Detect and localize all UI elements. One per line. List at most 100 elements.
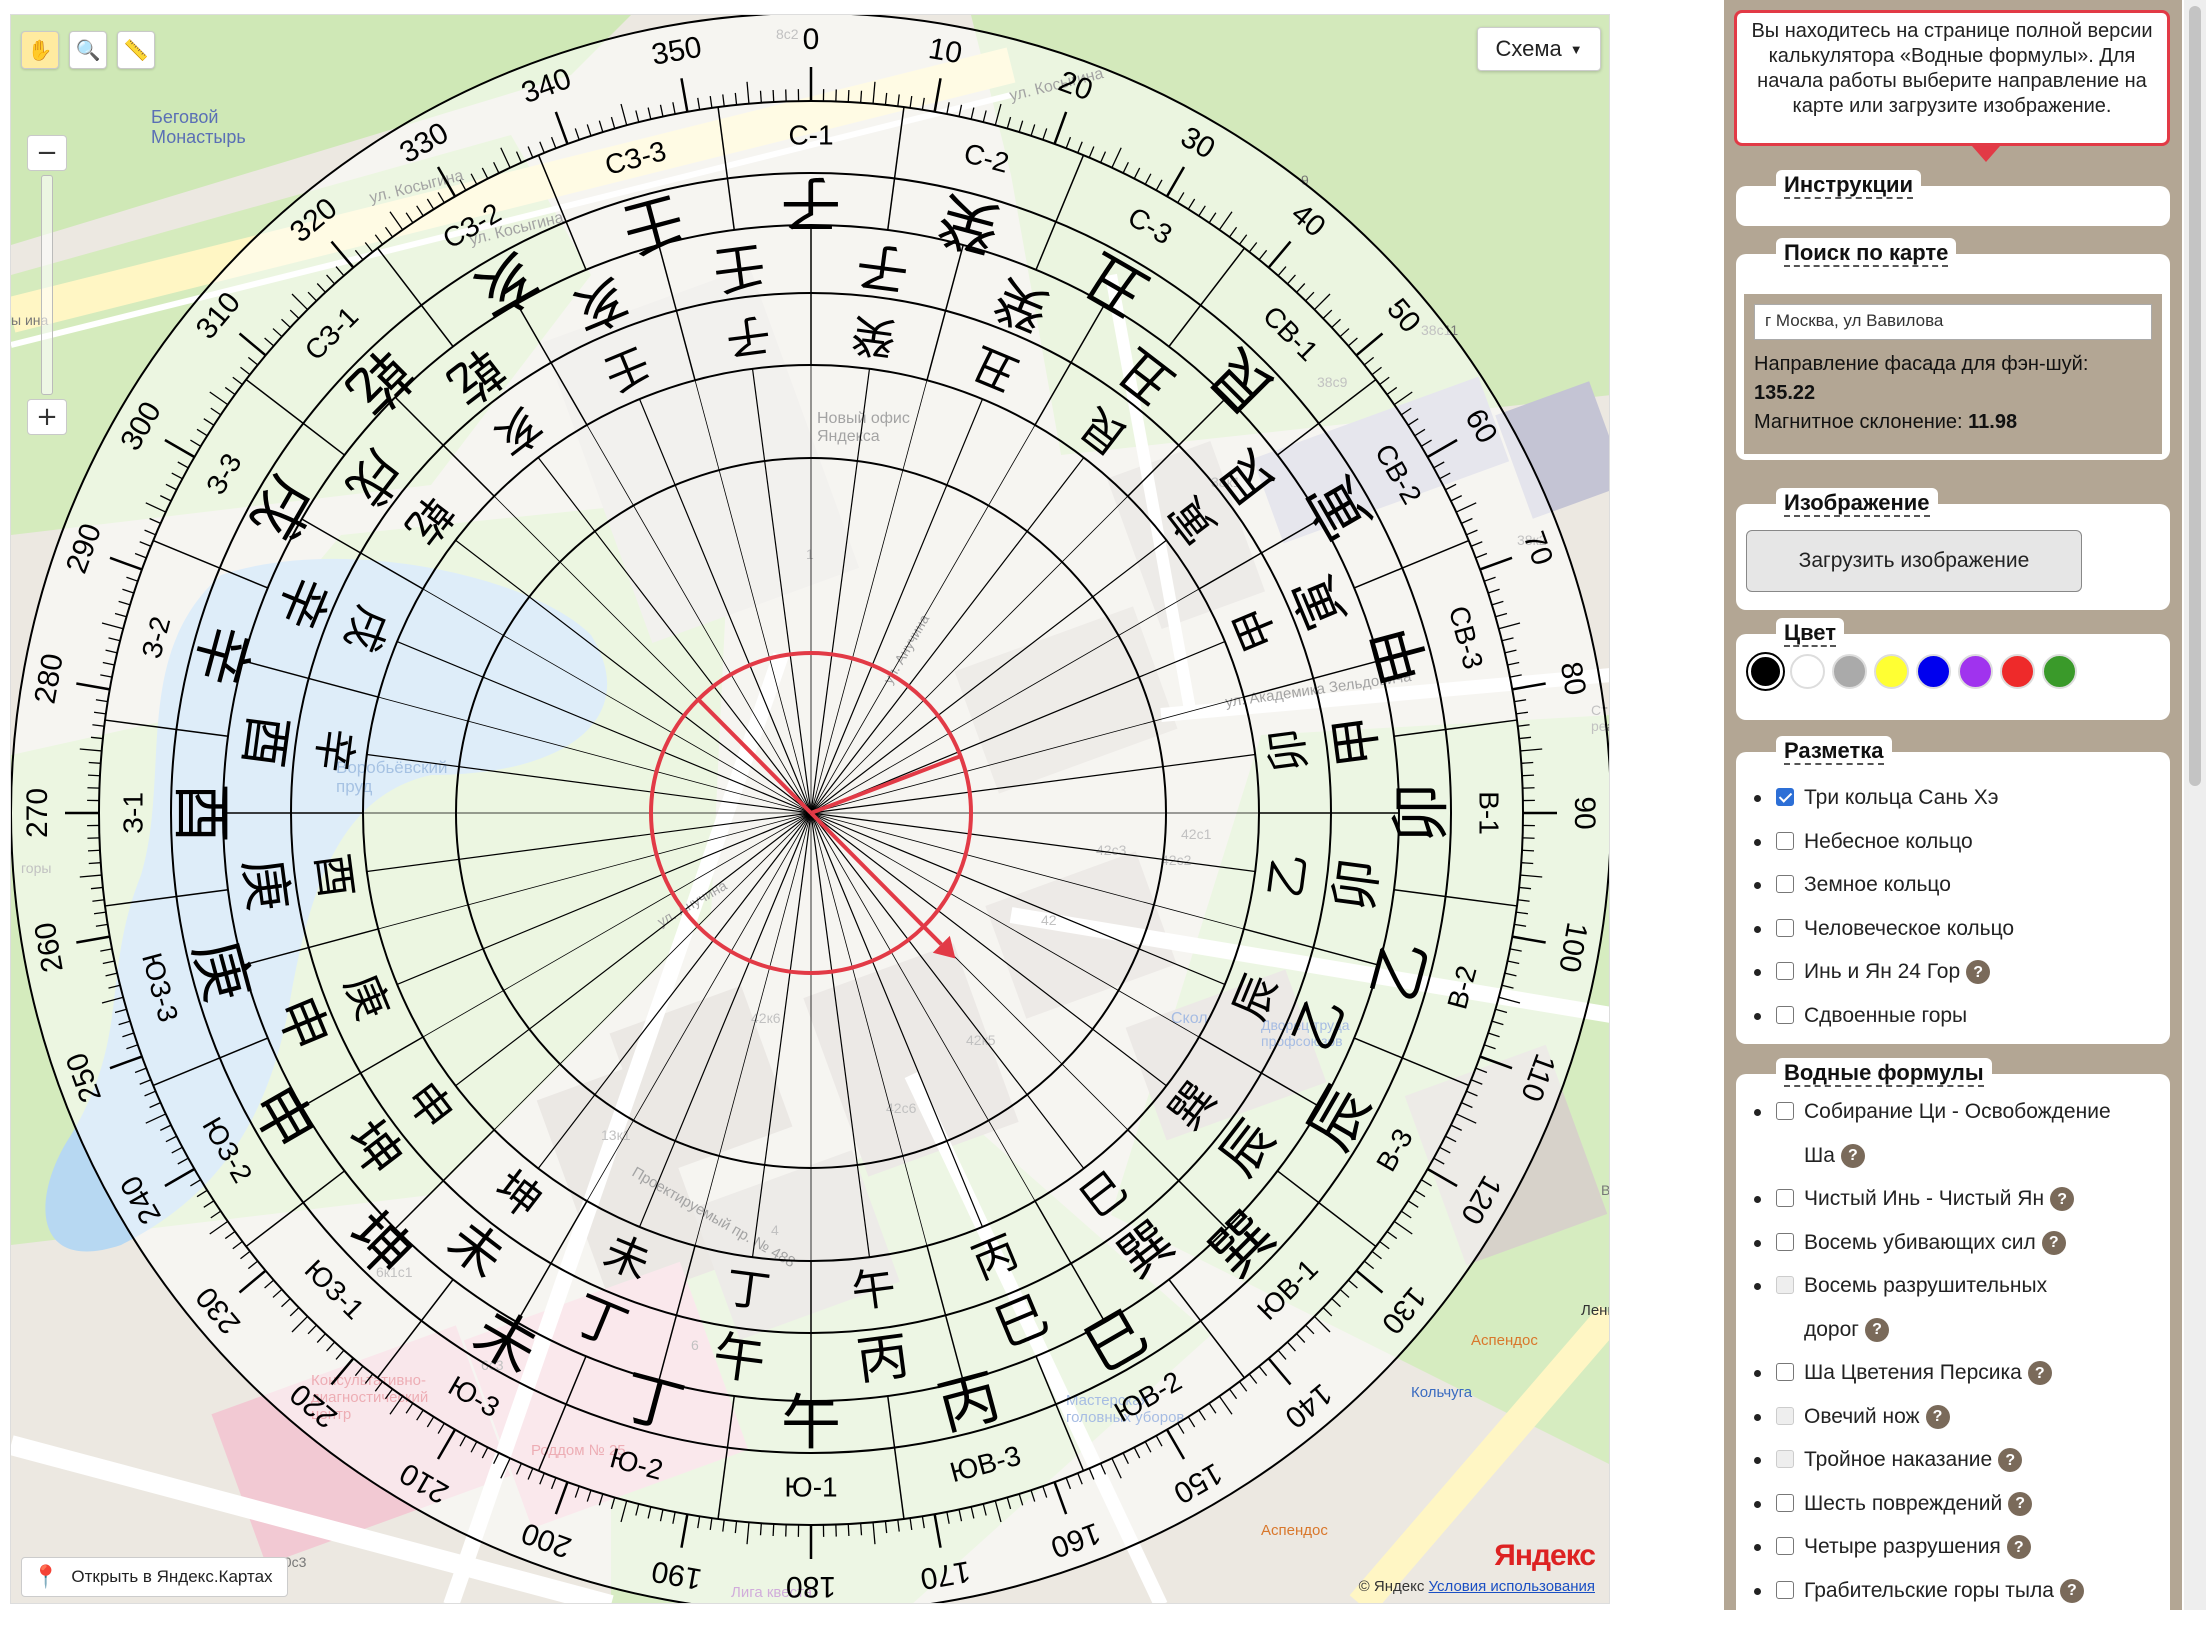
color-swatch[interactable] [1790, 654, 1825, 689]
checkbox[interactable] [1776, 1276, 1794, 1294]
zoom-control: − + [27, 135, 67, 435]
option-label: Чистый Инь - Чистый Ян [1804, 1187, 2044, 1210]
checkbox[interactable] [1776, 1537, 1794, 1555]
degree-tick [1522, 850, 1534, 851]
search-section: Поиск по карте г Москва, ул Вавилова Нап… [1736, 254, 2170, 460]
panel-scrollbar[interactable] [2184, 0, 2206, 1610]
color-swatch[interactable] [2000, 654, 2035, 689]
hand-tool-button[interactable]: ✋ [21, 31, 59, 69]
open-in-yandex-maps-button[interactable]: 📍 Открыть в Яндекс.Картах [21, 1557, 288, 1597]
ring-glyph: 午 [709, 1326, 768, 1392]
map-view[interactable]: БеговойМонастырьул. Косыгинаул. Косыгина… [10, 14, 1610, 1604]
option-item[interactable]: Собирание Ци - ОсвобождениеШа? [1776, 1090, 2111, 1177]
option-item[interactable]: Человеческое кольцо [1776, 907, 2014, 951]
option-label: Тройное наказание [1804, 1448, 1992, 1471]
search-legend[interactable]: Поиск по карте [1776, 238, 1956, 268]
option-item[interactable]: Чистый Инь - Чистый Ян? [1776, 1177, 2111, 1221]
checkbox[interactable] [1776, 1233, 1794, 1251]
checkbox[interactable] [1776, 1363, 1794, 1381]
option-item[interactable]: Восемь разрушительныхдорог? [1776, 1264, 2111, 1351]
map-label: Ленинский пр. [1581, 1302, 1610, 1319]
zoom-in-button[interactable]: + [27, 399, 67, 435]
option-label: Земное кольцо [1804, 873, 1951, 896]
option-item[interactable]: Сдвоенные горы [1776, 994, 2014, 1038]
map-label-line: Беговой [151, 107, 218, 127]
option-item[interactable]: Ша Цветения Персика? [1776, 1351, 2111, 1395]
color-swatch[interactable] [1916, 654, 1951, 689]
ruler-tool-button[interactable]: 📏 [117, 31, 155, 69]
option-item[interactable]: Восемь убивающих сил? [1776, 1221, 2111, 1265]
help-icon[interactable]: ? [2050, 1187, 2074, 1211]
address-input[interactable]: г Москва, ул Вавилова [1754, 304, 2152, 340]
checkbox[interactable] [1776, 962, 1794, 980]
zoom-slider[interactable] [41, 175, 53, 395]
degree-tick [1521, 762, 1533, 763]
help-icon[interactable]: ? [2042, 1231, 2066, 1255]
checkbox[interactable] [1776, 1407, 1794, 1425]
help-icon[interactable]: ? [1865, 1318, 1889, 1342]
color-swatch[interactable] [1874, 654, 1909, 689]
help-icon[interactable]: ? [1841, 1144, 1865, 1168]
ring-glyph: 卯 [1260, 725, 1316, 775]
degree-tick [89, 762, 101, 763]
terms-link[interactable]: Условия использования [1429, 1578, 1596, 1595]
option-label-cont: Ша [1804, 1144, 1835, 1167]
checkbox[interactable] [1776, 875, 1794, 893]
option-item[interactable]: Грабительские горы тыла? [1776, 1569, 2111, 1613]
help-icon[interactable]: ? [1998, 1448, 2022, 1472]
facade-direction-value: 135.22 [1754, 379, 2152, 408]
help-icon[interactable]: ? [2007, 1535, 2031, 1559]
degree-tick [760, 91, 761, 103]
markup-options: Три кольца Сань ХэНебесное кольцо Земное … [1776, 776, 2014, 1037]
checkbox[interactable] [1776, 1102, 1794, 1120]
color-swatch[interactable] [2042, 654, 2077, 689]
option-item[interactable]: Шесть повреждений? [1776, 1482, 2111, 1526]
option-item[interactable]: Инь и Ян 24 Гор? [1776, 950, 2014, 994]
map-type-button[interactable]: Схема ▼ [1477, 27, 1601, 71]
ring-glyph: 壬 [709, 234, 768, 300]
color-swatch[interactable] [1748, 654, 1783, 689]
scrollbar-thumb[interactable] [2189, 6, 2201, 786]
option-item[interactable]: Тройное наказание? [1776, 1438, 2111, 1482]
option-label: Восемь убивающих сил [1804, 1231, 2036, 1254]
checkbox[interactable] [1776, 1494, 1794, 1512]
checkbox[interactable] [1776, 832, 1794, 850]
option-item[interactable]: Овечий нож? [1776, 1395, 2111, 1439]
instructions-section[interactable]: Инструкции [1736, 186, 2170, 226]
option-item[interactable]: Небесное кольцо [1776, 820, 2014, 864]
markup-legend[interactable]: Разметка [1776, 736, 1892, 766]
instructions-legend[interactable]: Инструкции [1776, 170, 1921, 200]
option-item[interactable]: Четыре разрушения? [1776, 1525, 2111, 1569]
ring-glyph: 子 [723, 307, 773, 363]
checkbox[interactable] [1776, 919, 1794, 937]
checkbox[interactable] [1776, 1189, 1794, 1207]
help-icon[interactable]: ? [2060, 1579, 2084, 1603]
map-label: Кольчуга [1411, 1384, 1473, 1401]
zoom-out-button[interactable]: − [27, 135, 67, 171]
color-swatch[interactable] [1958, 654, 1993, 689]
checkbox[interactable] [1776, 788, 1794, 806]
help-icon[interactable]: ? [1926, 1405, 1950, 1429]
checkbox[interactable] [1776, 1581, 1794, 1599]
map-label-line: Кольчуга [1411, 1384, 1473, 1401]
upload-image-button[interactable]: Загрузить изображение [1746, 530, 2082, 592]
declination-value: 11.98 [1968, 411, 2017, 433]
color-legend[interactable]: Цвет [1776, 618, 1844, 648]
option-label-cont: дорог [1804, 1318, 1859, 1341]
help-icon[interactable]: ? [2008, 1492, 2032, 1516]
water-formulas-legend[interactable]: Водные формулы [1776, 1058, 1992, 1088]
degree-number: 180 [786, 1570, 836, 1603]
help-icon[interactable]: ? [1966, 960, 1990, 984]
option-label: Ша Цветения Персика [1804, 1361, 2022, 1384]
checkbox[interactable] [1776, 1006, 1794, 1024]
hand-icon: ✋ [28, 38, 53, 62]
option-item[interactable]: Земное кольцо [1776, 863, 2014, 907]
help-icon[interactable]: ? [2028, 1361, 2052, 1385]
option-item[interactable]: Три кольца Сань Хэ [1776, 776, 2014, 820]
magnifier-tool-button[interactable]: 🔍 [69, 31, 107, 69]
map-canvas[interactable]: БеговойМонастырьул. Косыгинаул. Косыгина… [11, 15, 1610, 1604]
color-swatch[interactable] [1832, 654, 1867, 689]
checkbox[interactable] [1776, 1450, 1794, 1468]
open-in-yandex-maps-label: Открыть в Яндекс.Картах [71, 1567, 272, 1587]
image-legend[interactable]: Изображение [1776, 488, 1938, 518]
